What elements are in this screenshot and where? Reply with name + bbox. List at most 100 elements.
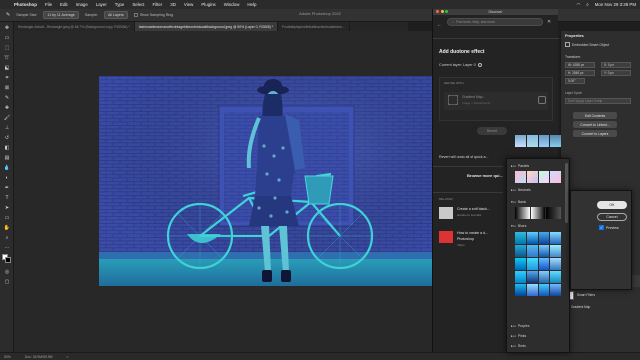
clone-stamp-icon[interactable]: ⊥ (3, 124, 11, 132)
revert-button[interactable]: Revert (477, 127, 507, 135)
edit-toolbar-icon[interactable]: ··· (3, 244, 11, 252)
sample-size-dropdown[interactable]: 11 by 11 Average (43, 11, 79, 19)
gradient-tool-icon[interactable]: ▤ (3, 154, 11, 162)
menu-layer[interactable]: Layer (96, 2, 107, 7)
rectangle-tool-icon[interactable]: ▭ (3, 214, 11, 222)
document-info[interactable]: Doc: 34.9M/69.9M (25, 355, 53, 359)
gradient-swatch[interactable] (538, 245, 550, 257)
group-basic[interactable]: ▾▭ Basic (511, 200, 526, 204)
clock[interactable]: Mon Nov 29 3:39 PM (595, 2, 636, 7)
gradient-swatch[interactable] (550, 245, 561, 257)
related-item[interactable]: Create a soft black... Hands-on tutorial… (439, 205, 503, 223)
layer-comp-dropdown[interactable]: Don't Apply Layer Comp (565, 98, 631, 104)
wifi-icon[interactable]: ◠ (576, 2, 580, 8)
zoom-level[interactable]: 50% (4, 355, 11, 359)
y-field[interactable]: Y: 0 px (601, 70, 631, 76)
crop-tool-icon[interactable]: ⌗ (3, 74, 11, 82)
gradient-swatch[interactable] (550, 271, 561, 283)
adjust-icon[interactable] (538, 96, 546, 104)
menu-file[interactable]: File (45, 2, 52, 7)
hand-tool-icon[interactable]: ✋ (3, 224, 11, 232)
gradient-swatch[interactable] (538, 232, 550, 244)
angle-field[interactable]: 0.00° (565, 78, 585, 84)
quick-mask-icon[interactable]: ◎ (3, 268, 11, 276)
healing-brush-icon[interactable]: ✚ (3, 104, 11, 112)
gradient-swatch[interactable] (526, 232, 538, 244)
object-select-tool-icon[interactable]: ⬕ (3, 64, 11, 72)
gradient-swatch[interactable] (538, 271, 550, 283)
lasso-tool-icon[interactable]: ➰ (3, 54, 11, 62)
gradient-swatch[interactable] (515, 232, 526, 244)
height-field[interactable]: H: 2848 px (565, 70, 595, 76)
gradient-swatch[interactable] (515, 207, 530, 219)
gradient-swatch[interactable] (526, 135, 538, 147)
eyedropper-tool-icon[interactable]: ✎ (6, 12, 10, 18)
menu-type[interactable]: Type (115, 2, 125, 7)
artboard-tool-icon[interactable]: ▭ (3, 34, 11, 42)
gradient-swatch[interactable] (550, 171, 561, 183)
related-item[interactable]: How to create a d... Photoshop Video (439, 229, 503, 251)
gradient-swatch[interactable] (538, 258, 550, 270)
menu-filter[interactable]: Filter (153, 2, 163, 7)
gradient-swatch[interactable] (550, 284, 561, 296)
dodge-tool-icon[interactable]: ◐ (3, 174, 11, 182)
ok-button[interactable]: OK (597, 201, 627, 209)
gradient-swatch[interactable] (526, 171, 538, 183)
group-purples[interactable]: ▸▭ Purples (511, 324, 529, 328)
search-icon[interactable]: ⌕ (586, 2, 588, 7)
eraser-tool-icon[interactable]: ◧ (3, 144, 11, 152)
gradient-swatch[interactable] (530, 207, 546, 219)
sample-dropdown[interactable]: All Layers (103, 11, 128, 19)
x-field[interactable]: X: 0 px (601, 62, 631, 68)
zoom-tool-icon[interactable]: ⌕ (3, 234, 11, 242)
maximize-icon[interactable] (445, 10, 448, 13)
width-field[interactable]: W: 4288 px (565, 62, 595, 68)
gradient-swatch[interactable] (550, 232, 561, 244)
history-brush-icon[interactable]: ↺ (3, 134, 11, 142)
minimize-icon[interactable] (440, 10, 444, 13)
menu-3d[interactable]: 3D (170, 2, 176, 7)
screen-mode-icon[interactable]: ▢ (3, 278, 11, 286)
gradient-swatch[interactable] (515, 171, 526, 183)
pen-tool-icon[interactable]: ✒ (3, 184, 11, 192)
background-color-swatch[interactable] (5, 257, 11, 263)
cancel-button[interactable]: Cancel (597, 213, 627, 221)
group-pastels[interactable]: ▸▭ Pastels (511, 164, 529, 168)
marquee-tool-icon[interactable]: ⬚ (3, 44, 11, 52)
group-neutrals[interactable]: ▸▭ Neutrals (511, 188, 531, 192)
tab-fashionable-woman[interactable]: fashionablewomanwithvintagebikeonbrickwa… (134, 22, 278, 31)
brush-tool-icon[interactable]: 🖌 (3, 114, 11, 122)
gradient-swatch[interactable] (515, 135, 526, 147)
eyedropper-icon[interactable]: ✎ (3, 94, 11, 102)
group-reds[interactable]: ▸▭ Reds (511, 344, 526, 348)
document-image[interactable] (99, 76, 456, 286)
close-icon[interactable] (436, 10, 439, 13)
tab-football-player[interactable]: Footballplayerwithballinactionisolatedon… (278, 22, 350, 31)
menu-edit[interactable]: Edit (60, 2, 68, 7)
gradient-swatch[interactable] (515, 284, 526, 296)
frame-tool-icon[interactable]: ⊠ (3, 84, 11, 92)
refine-item[interactable]: Gradient Map... Image > Adjustments (444, 92, 548, 110)
info-icon[interactable] (477, 63, 482, 67)
picker-scrollbar[interactable] (565, 163, 568, 223)
show-sampling-ring-checkbox[interactable]: Show Sampling Ring (133, 13, 173, 17)
menu-plugins[interactable]: Plugins (201, 2, 215, 7)
layer-row-gradient-map[interactable]: Gradient Map (561, 301, 640, 313)
group-pinks[interactable]: ▸▭ Pinks (511, 334, 526, 338)
gradient-swatch[interactable] (515, 271, 526, 283)
gradient-swatch[interactable] (550, 258, 561, 270)
path-select-icon[interactable]: ➤ (3, 204, 11, 212)
convert-to-linked-button[interactable]: Convert to Linked... (573, 121, 617, 128)
layer-row-smart-filters[interactable]: Smart Filters (561, 289, 640, 301)
gradient-swatch[interactable] (526, 245, 538, 257)
group-blues[interactable]: ▾▭ Blues (511, 224, 526, 228)
gradient-swatch[interactable] (515, 245, 526, 257)
move-tool-icon[interactable]: ✥ (3, 24, 11, 32)
close-panel-icon[interactable]: ✕ (547, 19, 551, 25)
status-arrow[interactable]: > (67, 355, 69, 359)
convert-to-layers-button[interactable]: Convert to Layers (573, 130, 617, 137)
gradient-swatch[interactable] (526, 271, 538, 283)
edit-contents-button[interactable]: Edit Contents (573, 112, 617, 119)
gradient-swatch[interactable] (526, 284, 538, 296)
browse-more-link[interactable]: Browse more qui... (467, 173, 503, 178)
